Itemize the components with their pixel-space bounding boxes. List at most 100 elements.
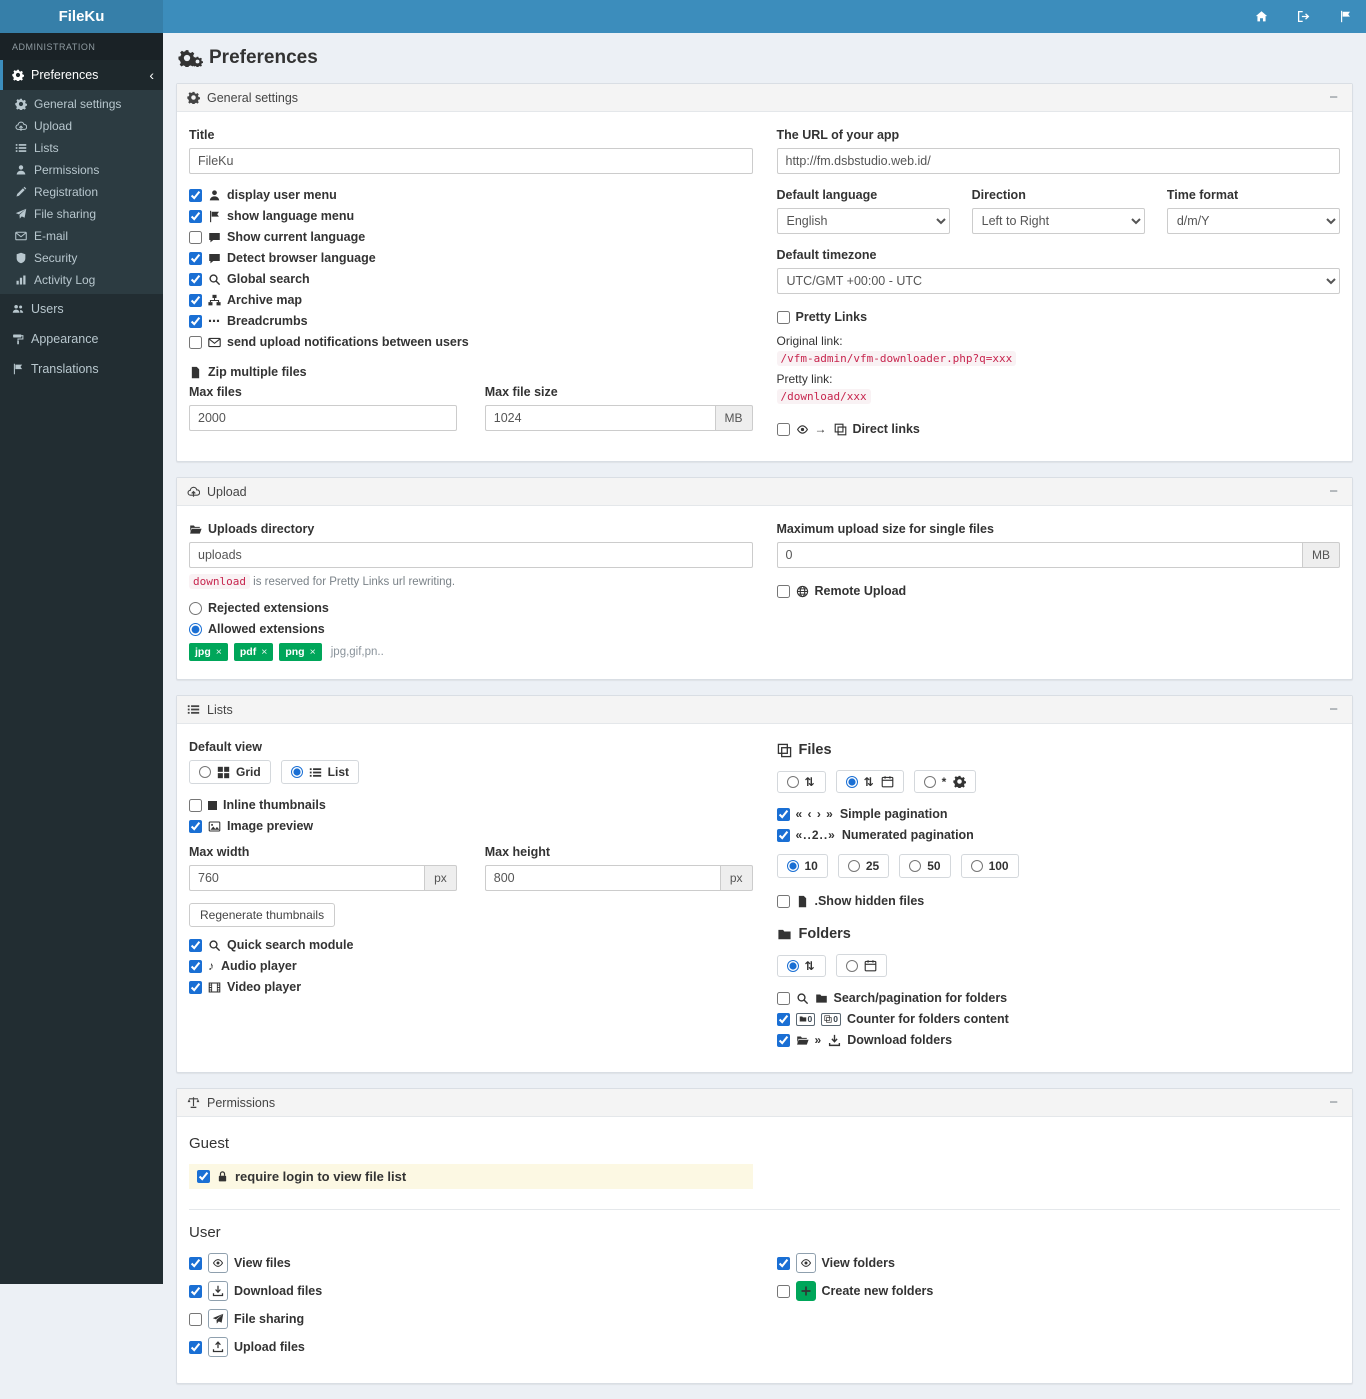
sign-out-button[interactable] [1282, 0, 1324, 33]
checkbox-quick-search[interactable]: Quick search module [189, 938, 753, 952]
checkbox-pretty-links[interactable]: Pretty Links [776, 310, 1341, 324]
option-page-size-50[interactable]: 50 [899, 854, 951, 878]
sidebar-item-permissions[interactable]: Permissions [0, 159, 163, 181]
checkbox-display-user-menu[interactable]: display user menu [189, 188, 753, 202]
remote-upload-checkbox[interactable] [776, 584, 790, 598]
view-folders-checkbox[interactable] [776, 1256, 790, 1270]
option-folder-sort-date[interactable] [835, 954, 887, 977]
quick-search-checkbox[interactable] [189, 938, 202, 952]
checkbox-video-player[interactable]: Video player [189, 980, 753, 994]
rejected-extensions-radio[interactable] [189, 601, 202, 615]
inline-thumbnails-checkbox[interactable] [189, 798, 202, 812]
checkbox-create-new-folders[interactable]: Create new folders [776, 1281, 1341, 1301]
file-sort-name-radio[interactable] [786, 775, 799, 788]
detect-browser-language-checkbox[interactable] [189, 251, 202, 265]
display-user-menu-checkbox[interactable] [189, 188, 202, 202]
simple-pagination-checkbox[interactable] [776, 807, 790, 821]
checkbox-show-current-language[interactable]: Show current language [189, 230, 753, 244]
checkbox-upload-files[interactable]: Upload files [189, 1337, 753, 1357]
radio-rejected-extensions[interactable]: Rejected extensions [189, 601, 753, 615]
max-file-size-input[interactable] [484, 405, 716, 431]
show-language-menu-checkbox[interactable] [189, 209, 202, 223]
folder-sort-name-radio[interactable] [786, 959, 799, 972]
sidebar-item-security[interactable]: Security [0, 247, 163, 269]
app-url-input[interactable] [776, 148, 1340, 174]
checkbox-image-preview[interactable]: Image preview [189, 819, 753, 833]
option-folder-sort-name[interactable]: ⇅ [776, 954, 826, 977]
remove-tag-icon[interactable]: × [216, 646, 222, 658]
list-view-radio[interactable] [290, 766, 303, 778]
home-button[interactable] [1240, 0, 1282, 33]
show-hidden-files-checkbox[interactable] [776, 894, 790, 908]
collapse-button[interactable]: − [1325, 1095, 1342, 1110]
numerated-pagination-checkbox[interactable] [776, 828, 790, 842]
page-size-100-radio[interactable] [970, 860, 983, 872]
checkbox-numerated-pagination[interactable]: «..2..» Numerated pagination [776, 828, 1341, 842]
sidebar-item-registration[interactable]: Registration [0, 181, 163, 203]
sidebar-item-file-sharing[interactable]: File sharing [0, 203, 163, 225]
option-page-size-100[interactable]: 100 [960, 854, 1019, 878]
option-page-size-10[interactable]: 10 [776, 854, 828, 878]
page-size-10-radio[interactable] [786, 860, 799, 872]
extension-tag[interactable]: pdf × [233, 643, 274, 661]
checkbox-view-folders[interactable]: View folders [776, 1253, 1341, 1273]
checkbox-breadcrumbs[interactable]: ⋯ Breadcrumbs [189, 314, 753, 328]
file-sort-size-radio[interactable] [923, 775, 936, 788]
view-files-checkbox[interactable] [189, 1256, 202, 1270]
max-height-input[interactable] [484, 865, 721, 891]
folder-sort-date-radio[interactable] [845, 959, 858, 972]
page-size-25-radio[interactable] [847, 860, 860, 872]
title-input[interactable] [189, 148, 753, 174]
collapse-button[interactable]: − [1325, 90, 1342, 105]
direction-select[interactable]: Left to Right [971, 208, 1145, 234]
require-login-checkbox[interactable] [197, 1170, 210, 1183]
extension-tag[interactable]: png × [279, 643, 322, 661]
option-file-sort-name[interactable]: ⇅ [776, 770, 826, 793]
checkbox-inline-thumbnails[interactable]: Inline thumbnails [189, 798, 753, 812]
time-format-select[interactable]: d/m/Y [1166, 208, 1340, 234]
checkbox-audio-player[interactable]: ♪ Audio player [189, 959, 753, 973]
download-files-checkbox[interactable] [189, 1284, 202, 1298]
option-file-sort-size[interactable]: * [913, 770, 977, 793]
sidebar-item-upload[interactable]: Upload [0, 115, 163, 137]
file-sort-date-radio[interactable] [845, 775, 858, 788]
sidebar-item-appearance[interactable]: Appearance [0, 324, 163, 354]
image-preview-checkbox[interactable] [189, 819, 202, 833]
video-player-checkbox[interactable] [189, 980, 202, 994]
brand-logo[interactable]: FileKu [0, 0, 163, 33]
regenerate-thumbnails-button[interactable]: Regenerate thumbnails [189, 903, 336, 927]
pretty-links-checkbox[interactable] [776, 310, 790, 324]
direct-links-checkbox[interactable] [776, 422, 790, 436]
uploads-directory-input[interactable] [189, 542, 753, 568]
folder-counter-checkbox[interactable] [776, 1012, 790, 1026]
upload-notifications-checkbox[interactable] [189, 335, 202, 349]
sidebar-item-translations[interactable]: Translations [0, 354, 163, 384]
max-files-input[interactable] [189, 405, 457, 431]
extension-tag[interactable]: jpg × [189, 643, 228, 661]
page-size-50-radio[interactable] [909, 860, 922, 872]
checkbox-require-login[interactable]: require login to view file list [197, 1169, 745, 1184]
file-sharing-checkbox[interactable] [189, 1312, 202, 1326]
default-timezone-select[interactable]: UTC/GMT +00:00 - UTC [776, 268, 1340, 294]
checkbox-remote-upload[interactable]: Remote Upload [776, 584, 1341, 598]
radio-allowed-extensions[interactable]: Allowed extensions [189, 622, 753, 636]
collapse-button[interactable]: − [1325, 484, 1342, 499]
max-single-upload-input[interactable] [776, 542, 1303, 568]
checkbox-view-files[interactable]: View files [189, 1253, 753, 1273]
checkbox-simple-pagination[interactable]: « ‹ › » Simple pagination [776, 807, 1341, 821]
checkbox-download-folders[interactable]: » Download folders [776, 1033, 1341, 1047]
show-current-language-checkbox[interactable] [189, 230, 202, 244]
breadcrumbs-checkbox[interactable] [189, 314, 202, 328]
option-grid-view[interactable]: Grid [189, 760, 271, 784]
checkbox-file-sharing[interactable]: File sharing [189, 1309, 753, 1329]
checkbox-detect-browser-language[interactable]: Detect browser language [189, 251, 753, 265]
sidebar-item-general-settings[interactable]: General settings [0, 93, 163, 115]
download-folders-checkbox[interactable] [776, 1033, 790, 1047]
language-flag-button[interactable] [1324, 0, 1366, 33]
checkbox-global-search[interactable]: Global search [189, 272, 753, 286]
sidebar-item-users[interactable]: Users [0, 294, 163, 324]
checkbox-direct-links[interactable]: → Direct links [776, 422, 1341, 436]
global-search-checkbox[interactable] [189, 272, 202, 286]
max-width-input[interactable] [189, 865, 426, 891]
archive-map-checkbox[interactable] [189, 293, 202, 307]
